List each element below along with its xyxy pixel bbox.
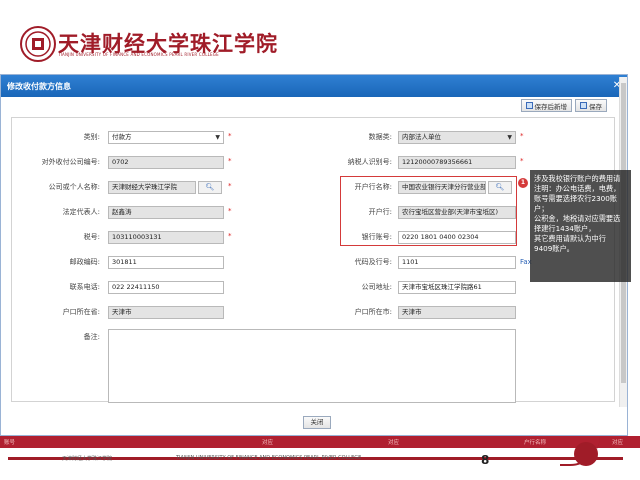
city-field: 天津市 bbox=[398, 306, 516, 319]
save-icon bbox=[525, 102, 533, 109]
bank-code-label: 代码及行号: bbox=[354, 258, 392, 266]
province-label: 户口所在省: bbox=[62, 308, 100, 316]
callout-line: 注明：办公电话费，电费， bbox=[534, 184, 621, 193]
footer-school-english: TIANJIN UNIVERSITY OF FINANCE AND ECONOM… bbox=[176, 455, 362, 461]
university-seal-icon bbox=[20, 26, 56, 62]
category-label: 类别: bbox=[83, 133, 100, 141]
callout-line: 其它费用请默认为中行 bbox=[534, 234, 606, 243]
address-input[interactable]: 天津市宝坻区珠江学院路61 bbox=[398, 281, 516, 294]
company-name-label: 公司或个人名称: bbox=[48, 183, 100, 191]
required-mark: * bbox=[228, 207, 232, 215]
bg-col-header: 对应 bbox=[612, 440, 624, 446]
legal-rep-field: 赵鑫涛 bbox=[108, 206, 224, 219]
taxpayer-id-label: 纳税人识别号: bbox=[347, 158, 392, 166]
remark-textarea[interactable] bbox=[108, 329, 516, 403]
chevron-down-icon: ▼ bbox=[507, 134, 512, 141]
required-mark: * bbox=[520, 132, 524, 140]
legal-rep-label: 法定代表人: bbox=[62, 208, 100, 216]
city-label: 户口所在市: bbox=[354, 308, 392, 316]
callout-line: 户； bbox=[534, 204, 549, 213]
save-label: 保存 bbox=[589, 102, 602, 111]
bank-info-highlight bbox=[340, 176, 517, 246]
chevron-down-icon: ▼ bbox=[215, 134, 220, 141]
callout-line: 9409账户。 bbox=[534, 244, 574, 253]
slide-header: 天津财经大学珠江学院 TIANJIN UNIVERSITY OF FINANCE… bbox=[0, 0, 640, 72]
background-table-header: 账号 对应 对应 户行名称 对应 bbox=[0, 436, 640, 448]
dialog-titlebar: 修改收付款方信息 ✕ bbox=[1, 75, 627, 97]
category-value: 付款方 bbox=[112, 133, 132, 141]
data-type-select[interactable]: 内部法人单位 ▼ bbox=[398, 131, 516, 144]
phone-input[interactable]: 022 22411150 bbox=[108, 281, 224, 294]
callout-number: 1 bbox=[518, 178, 528, 188]
required-mark: * bbox=[228, 132, 232, 140]
payee-form: 类别: 付款方 ▼ * 对外收付公司编号: 0702 * 公司或个人名称: 天津… bbox=[11, 117, 615, 403]
save-icon bbox=[580, 102, 587, 109]
dialog-toolbar: 保存后新增 保存 bbox=[520, 99, 607, 113]
required-mark: * bbox=[520, 157, 524, 165]
data-type-value: 内部法人单位 bbox=[402, 133, 441, 141]
required-mark: * bbox=[228, 157, 232, 165]
callout-line: 涉及我校银行账户的费用请 bbox=[534, 174, 621, 183]
category-select[interactable]: 付款方 ▼ bbox=[108, 131, 224, 144]
footer-decoration-circle bbox=[574, 442, 598, 466]
unit-code-field: 0702 bbox=[108, 156, 224, 169]
data-type-label: 数据类: bbox=[368, 133, 392, 141]
province-field: 天津市 bbox=[108, 306, 224, 319]
taxpayer-id-field: 12120000789356661 bbox=[398, 156, 516, 169]
bg-col-header: 对应 bbox=[262, 440, 274, 446]
page-number: 8 bbox=[481, 453, 490, 467]
bg-col-header: 对应 bbox=[388, 440, 400, 446]
tax-no-field: 103110003131 bbox=[108, 231, 224, 244]
tax-no-label: 税号: bbox=[83, 233, 100, 241]
university-logo-subtitle: TIANJIN UNIVERSITY OF FINANCE AND ECONOM… bbox=[58, 52, 219, 57]
close-button[interactable]: 关闭 bbox=[303, 416, 331, 429]
postcode-input[interactable]: 301811 bbox=[108, 256, 224, 269]
postcode-label: 邮政编码: bbox=[69, 258, 100, 266]
callout-line: 账号需要选择农行2300账 bbox=[534, 194, 617, 203]
save-and-add-button[interactable]: 保存后新增 bbox=[520, 99, 572, 112]
search-icon: 🔍︎ bbox=[205, 183, 215, 191]
required-mark: * bbox=[228, 232, 232, 240]
save-and-add-label: 保存后新增 bbox=[534, 102, 568, 111]
save-button[interactable]: 保存 bbox=[575, 99, 607, 112]
phone-label: 联系电话: bbox=[69, 283, 100, 291]
dialog-footer: 关闭 bbox=[1, 411, 627, 435]
company-search-button[interactable]: 🔍︎ bbox=[198, 181, 222, 194]
address-label: 公司地址: bbox=[361, 283, 392, 291]
remark-label: 备注: bbox=[83, 333, 100, 341]
instruction-callout: 涉及我校银行账户的费用请 注明：办公电话费，电费， 账号需要选择农行2300账 … bbox=[530, 170, 631, 282]
required-mark: * bbox=[228, 182, 232, 190]
bg-col-header: 账号 bbox=[4, 440, 16, 446]
bank-code-input[interactable]: 1101 bbox=[398, 256, 516, 269]
callout-line: 择建行1434账户， bbox=[534, 224, 596, 233]
callout-line: 公积金，地税请对应需要选 bbox=[534, 214, 621, 223]
bg-col-header: 户行名称 bbox=[524, 440, 547, 446]
unit-code-label: 对外收付公司编号: bbox=[41, 158, 100, 166]
company-name-field: 天津财经大学珠江学院 bbox=[108, 181, 196, 194]
dialog-title: 修改收付款方信息 bbox=[7, 82, 71, 91]
footer-school-name: 天津财经大学珠江学院 bbox=[62, 456, 113, 462]
